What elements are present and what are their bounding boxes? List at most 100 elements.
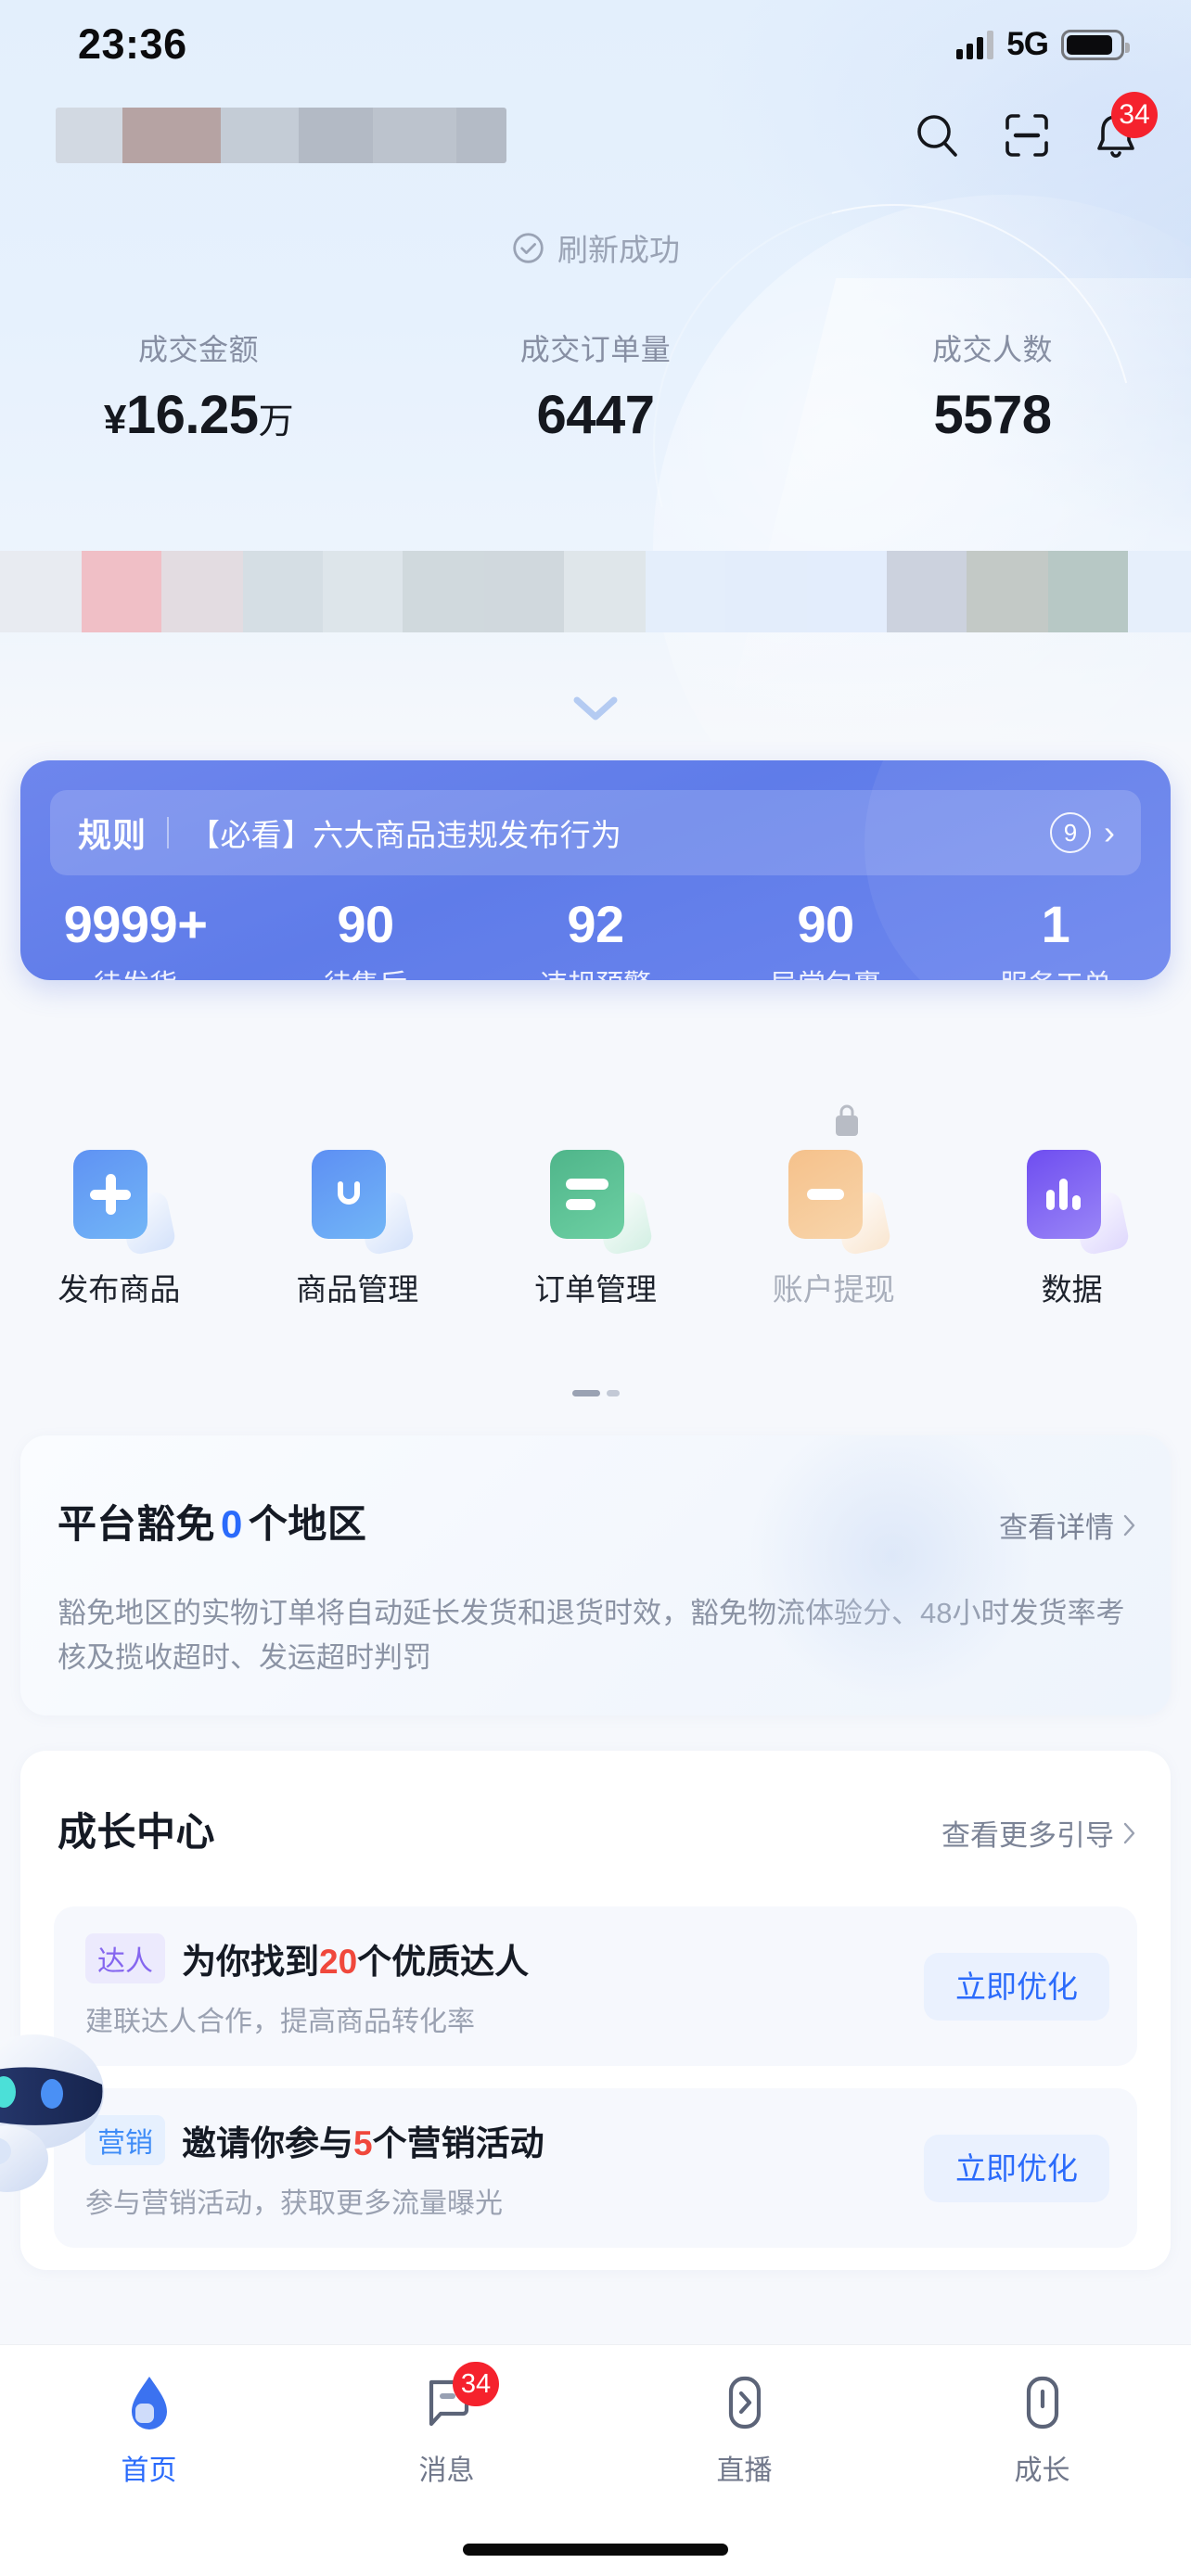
growth-item-headline: 邀请你参与5个营销活动 <box>182 2115 544 2165</box>
stat-orders[interactable]: 成交订单量 6447 <box>397 326 794 446</box>
shop-name-redacted <box>56 108 506 163</box>
growth-item-subtitle: 参与营销活动，获取更多流量曝光 <box>85 2188 503 2219</box>
currency-symbol: ¥ <box>103 397 126 442</box>
quick-action-label: 账户提现 <box>772 1272 895 1307</box>
scan-icon[interactable] <box>1000 108 1054 162</box>
headline-number: 5 <box>353 2124 373 2162</box>
secondary-stats-redacted <box>0 551 1191 632</box>
growth-item-daren[interactable]: 达人 为你找到20个优质达人 建联达人合作，提高商品转化率 立即优化 <box>54 1906 1137 2066</box>
stat-value: 5578 <box>794 384 1191 446</box>
stat-value: 6447 <box>397 384 794 446</box>
battery-icon <box>1061 29 1130 60</box>
tab-label: 消息 <box>418 2455 475 2486</box>
quick-action-publish-product[interactable]: 发布商品 <box>0 1146 238 1309</box>
divider <box>167 817 170 848</box>
tab-home[interactable]: 首页 <box>0 2345 298 2488</box>
kpi-value: 90 <box>337 895 394 953</box>
rules-banner[interactable]: 规则 【必看】六大商品违规发布行为 9 › <box>50 790 1141 875</box>
stat-buyers[interactable]: 成交人数 5578 <box>794 326 1191 446</box>
quick-action-data[interactable]: 数据 <box>953 1146 1191 1309</box>
platform-exemption-card[interactable]: 平台豁免 0 个地区 查看详情 豁免地区的实物订单将自动延长发货和退货时效，豁免物流… <box>20 1435 1171 1715</box>
rules-summary-card: 规则 【必看】六大商品违规发布行为 9 › 9999+ 待发货 90 待售后 9… <box>20 760 1171 980</box>
kpi-value: 90 <box>797 895 854 953</box>
status-bar-time: 23:36 <box>78 20 187 68</box>
rules-kpi-row: 9999+ 待发货 90 待售后 92 违规预警 90 异常包裹 1 服务工单 <box>20 895 1171 980</box>
kpi-label: 违规预警 <box>480 962 711 980</box>
kpi-service-ticket[interactable]: 1 服务工单 <box>941 897 1171 980</box>
headline-number: 20 <box>319 1943 358 1981</box>
headline-after: 个营销活动 <box>372 2124 544 2162</box>
kpi-pending-aftersales[interactable]: 90 待售后 <box>250 895 480 980</box>
tab-badge: 34 <box>452 2362 500 2406</box>
signal-bars-icon <box>956 30 994 59</box>
expand-stats-button[interactable] <box>0 688 1191 727</box>
chevron-right-icon: › <box>1104 813 1115 851</box>
stat-label: 成交人数 <box>931 333 1053 366</box>
quick-action-label: 发布商品 <box>58 1272 181 1307</box>
quick-action-order-management[interactable]: 订单管理 <box>477 1146 715 1309</box>
plus-square-icon <box>68 1146 178 1256</box>
search-icon[interactable] <box>911 108 965 162</box>
stat-number: 16.25 <box>125 385 259 445</box>
kpi-value: 9999+ <box>63 895 208 953</box>
chevron-right-icon <box>1123 1822 1135 1843</box>
chevron-down-icon <box>573 696 618 721</box>
exemption-title-prefix: 平台豁免 <box>58 1502 216 1546</box>
rules-tag: 规则 <box>78 816 147 854</box>
exemption-detail-link[interactable]: 查看详情 <box>999 1504 1137 1546</box>
rules-headline: 【必看】六大商品违规发布行为 <box>189 818 622 852</box>
home-icon <box>121 2373 178 2432</box>
exemption-description: 豁免地区的实物订单将自动延长发货和退货时效，豁免物流体验分、48小时发货率考核及… <box>58 1597 1125 1675</box>
growth-more-link[interactable]: 查看更多引导 <box>941 1812 1137 1854</box>
stat-label: 成交订单量 <box>519 333 672 366</box>
stat-number: 5578 <box>933 385 1052 445</box>
tab-label: 直播 <box>716 2455 773 2486</box>
tab-live[interactable]: 直播 <box>596 2345 893 2488</box>
stat-unit: 万 <box>258 402 294 441</box>
growth-item-headline-row: 达人 为你找到20个优质达人 <box>85 1933 902 1983</box>
quick-action-account-withdraw[interactable]: 账户提现 <box>714 1104 953 1309</box>
kpi-label: 待售后 <box>250 962 480 980</box>
kpi-label: 待发货 <box>20 962 250 980</box>
growth-item-marketing[interactable]: 营销 邀请你参与5个营销活动 参与营销活动，获取更多流量曝光 立即优化 <box>54 2088 1137 2248</box>
order-list-icon <box>544 1146 654 1256</box>
pagination-dot-active[interactable] <box>571 1390 600 1396</box>
exemption-title: 平台豁免 0 个地区 <box>58 1493 366 1549</box>
header-icon-group: 34 <box>911 92 1158 162</box>
shopping-bag-icon <box>306 1146 416 1256</box>
stat-label: 成交金额 <box>137 333 259 366</box>
tab-growth[interactable]: 成长 <box>893 2345 1191 2488</box>
lock-icon <box>835 1104 858 1136</box>
kpi-abnormal-package[interactable]: 90 异常包裹 <box>711 895 941 980</box>
shop-header-row: 34 <box>0 89 1191 182</box>
optimize-now-button[interactable]: 立即优化 <box>924 1952 1109 2021</box>
kpi-violation-warning[interactable]: 92 违规预警 <box>480 897 711 980</box>
pagination-dot[interactable] <box>606 1390 620 1396</box>
stat-value: ¥16.25万 <box>0 384 397 446</box>
rules-count-badge: 9 <box>1050 812 1091 853</box>
status-badge: 达人 <box>85 1933 165 1983</box>
home-indicator <box>463 2544 728 2556</box>
page-title: 成长中心 <box>58 1810 216 1854</box>
growth-item-body: 营销 邀请你参与5个营销活动 参与营销活动，获取更多流量曝光 <box>85 2115 902 2221</box>
quick-action-label: 订单管理 <box>533 1272 657 1307</box>
quick-action-product-management[interactable]: 商品管理 <box>238 1146 477 1309</box>
chevron-right-icon <box>1123 1514 1135 1536</box>
quick-actions-pagination <box>0 1390 1191 1396</box>
exemption-title-suffix: 个地区 <box>248 1502 367 1546</box>
exemption-header: 平台豁免 0 个地区 查看详情 <box>58 1493 1137 1549</box>
tab-label: 成长 <box>1014 2455 1070 2486</box>
growth-item-headline: 为你找到20个优质达人 <box>182 1933 529 1983</box>
refresh-toast: 刷新成功 <box>0 225 1191 270</box>
headline-after: 个优质达人 <box>357 1943 530 1981</box>
exemption-detail-label: 查看详情 <box>999 1511 1114 1544</box>
tab-messages[interactable]: 34 消息 <box>298 2345 596 2488</box>
kpi-pending-shipment[interactable]: 9999+ 待发货 <box>20 895 250 980</box>
quick-actions-row: 发布商品 商品管理 订单管理 账户提现 数据 <box>0 1104 1191 1309</box>
tab-label: 首页 <box>121 2455 177 2486</box>
robot-assistant-icon[interactable] <box>0 2031 124 2207</box>
kpi-label: 异常包裹 <box>711 962 941 980</box>
optimize-now-button[interactable]: 立即优化 <box>924 2134 1109 2202</box>
bell-icon[interactable]: 34 <box>1089 92 1158 162</box>
stat-gmv[interactable]: 成交金额 ¥16.25万 <box>0 326 397 446</box>
